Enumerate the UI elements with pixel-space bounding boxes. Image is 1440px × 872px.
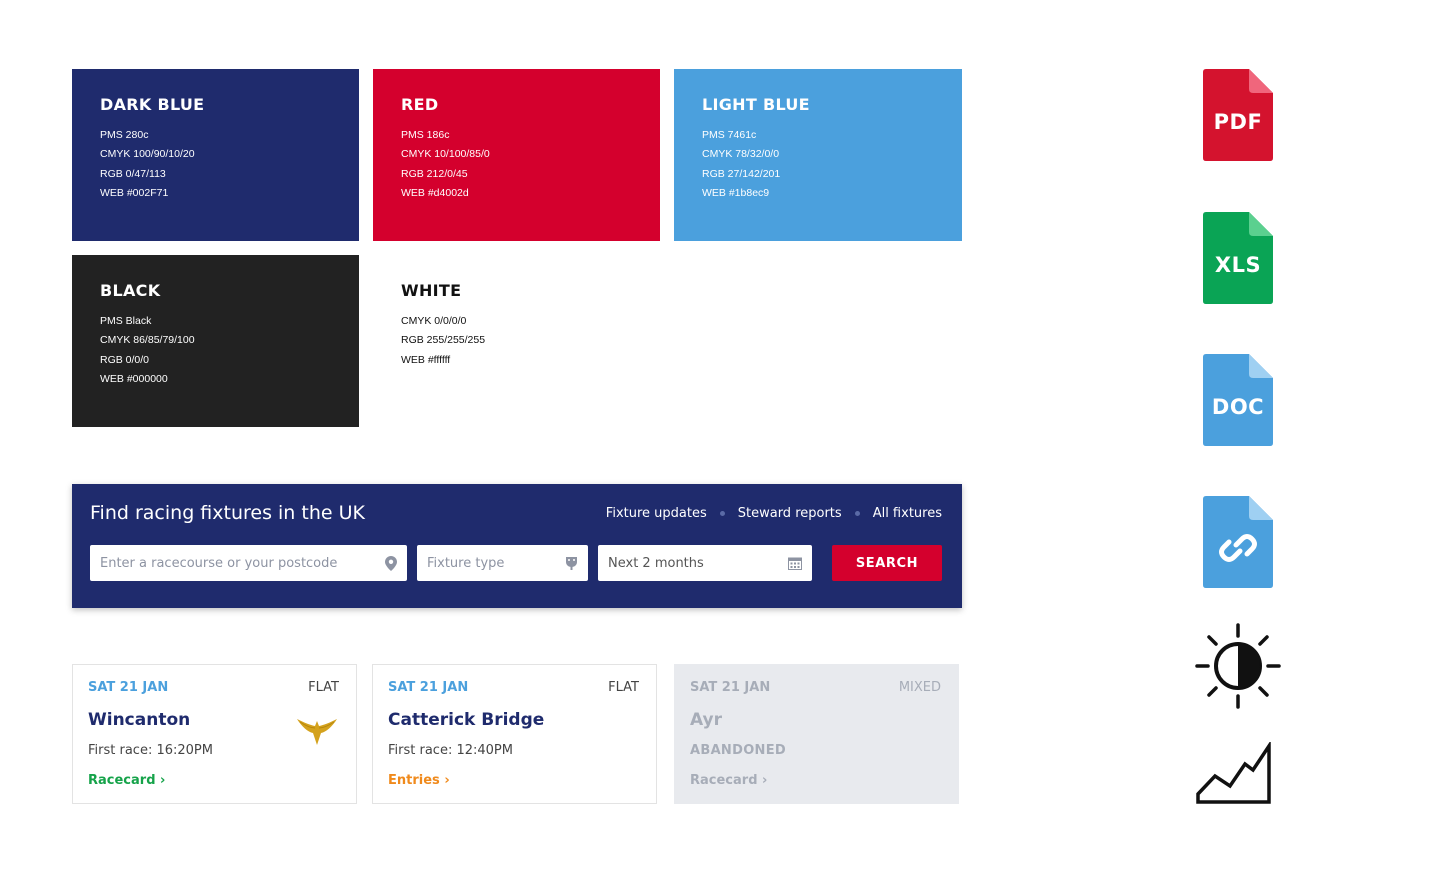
swatch-cmyk: CMYK 0/0/0/0 — [401, 315, 467, 327]
area-chart-icon[interactable] — [1195, 742, 1273, 806]
swatch-rgb: RGB 0/47/113 — [100, 167, 166, 180]
racecourse-name[interactable]: Wincanton — [88, 710, 190, 730]
swatch-pms: PMS 186c — [401, 129, 450, 141]
swatch-rgb: RGB 255/255/255 — [401, 334, 486, 347]
brightness-contrast-icon[interactable] — [1195, 622, 1281, 710]
swatch-web: WEB #ffffff — [401, 353, 451, 366]
fixture-card-wincanton[interactable]: SAT 21 JAN FLAT Wincanton First race: 16… — [72, 664, 357, 804]
swatch-cmyk: CMYK 86/85/79/100 — [100, 334, 195, 347]
swatch-cmyk: CMYK 78/32/0/0 — [702, 148, 780, 161]
swatch-red: RED PMS 186c CMYK 10/100/85/0 RGB 212/0/… — [373, 69, 660, 241]
swatch-pms: PMS 7461c — [702, 129, 757, 141]
first-race-time: First race: 12:40PM — [388, 743, 513, 758]
swatch-white: WHITE CMYK 0/0/0/0 RGB 255/255/255 WEB #… — [373, 255, 660, 427]
swatch-web: WEB #000000 — [100, 372, 168, 385]
fixture-finder: Find racing fixtures in the UK Fixture u… — [72, 484, 962, 608]
link-label: Entries — [388, 773, 440, 788]
swatch-light-blue: LIGHT BLUE PMS 7461c CMYK 78/32/0/0 RGB … — [674, 69, 962, 241]
swatch-cmyk: CMYK 100/90/10/20 — [100, 148, 195, 161]
racecard-link[interactable]: Racecard › — [690, 773, 767, 788]
fixture-date: SAT 21 JAN — [88, 680, 169, 695]
first-race-time: First race: 16:20PM — [88, 743, 213, 758]
doc-file-icon[interactable]: DOC — [1203, 354, 1273, 446]
file-shape — [1203, 496, 1273, 588]
swatch-web: WEB #1b8ec9 — [702, 186, 770, 199]
abandoned-status: ABANDONED — [690, 743, 787, 758]
swatch-title: WHITE — [401, 281, 462, 300]
horse-shoe-icon — [566, 556, 577, 570]
fixture-card-catterick-bridge[interactable]: SAT 21 JAN FLAT Catterick Bridge First r… — [372, 664, 657, 804]
location-pin-icon[interactable] — [385, 555, 397, 571]
separator-dot — [854, 511, 860, 516]
file-type-label: DOC — [1211, 395, 1265, 419]
file-type-label: XLS — [1214, 253, 1262, 277]
racecard-link[interactable]: Racecard › — [88, 773, 165, 788]
swatch-title: RED — [401, 95, 439, 114]
swatch-cmyk: CMYK 10/100/85/0 — [401, 148, 490, 161]
entries-link[interactable]: Entries › — [388, 773, 450, 788]
swatch-pms: PMS 280c — [100, 129, 149, 141]
fixture-date: SAT 21 JAN — [690, 680, 771, 695]
link-label: Racecard — [690, 773, 758, 788]
pdf-file-icon[interactable]: PDF — [1203, 69, 1273, 161]
location-field[interactable] — [90, 545, 407, 581]
fixture-card-ayr[interactable]: SAT 21 JAN MIXED Ayr ABANDONED Racecard … — [674, 664, 959, 804]
xls-file-icon[interactable]: XLS — [1203, 212, 1273, 304]
swatch-web: WEB #d4002d — [401, 186, 469, 199]
file-type-label: PDF — [1213, 110, 1263, 134]
swatch-pms: PMS Black — [100, 315, 152, 327]
finder-links: Fixture updates Steward reports All fixt… — [606, 506, 942, 521]
racecourse-name[interactable]: Catterick Bridge — [388, 710, 544, 730]
fixture-updates-link[interactable]: Fixture updates — [606, 506, 707, 521]
swatch-rgb: RGB 27/142/201 — [702, 167, 781, 180]
search-button[interactable]: SEARCH — [832, 545, 942, 581]
all-fixtures-link[interactable]: All fixtures — [873, 506, 942, 521]
gold-wings-icon — [297, 719, 337, 745]
date-range-select[interactable] — [598, 545, 812, 581]
swatch-title: BLACK — [100, 281, 161, 300]
steward-reports-link[interactable]: Steward reports — [738, 506, 842, 521]
swatch-web: WEB #002F71 — [100, 186, 169, 199]
fixture-type: FLAT — [308, 680, 339, 695]
finder-title: Find racing fixtures in the UK — [90, 502, 365, 524]
fixture-type: FLAT — [608, 680, 639, 695]
link-label: Racecard — [88, 773, 156, 788]
fixture-type-input[interactable] — [427, 555, 559, 571]
fixture-type-select[interactable] — [417, 545, 588, 581]
swatch-rgb: RGB 212/0/45 — [401, 167, 468, 180]
calendar-icon — [788, 557, 802, 570]
swatch-title: LIGHT BLUE — [702, 95, 810, 114]
racecourse-name[interactable]: Ayr — [690, 710, 722, 730]
separator-dot — [719, 511, 725, 516]
fixture-type: MIXED — [898, 680, 941, 695]
swatch-dark-blue: DARK BLUE PMS 280c CMYK 100/90/10/20 RGB… — [72, 69, 359, 241]
location-input[interactable] — [100, 555, 379, 571]
chevron-right-icon: › — [160, 773, 166, 788]
fixture-date: SAT 21 JAN — [388, 680, 469, 695]
chevron-right-icon: › — [444, 773, 450, 788]
swatch-black: BLACK PMS Black CMYK 86/85/79/100 RGB 0/… — [72, 255, 359, 427]
swatch-rgb: RGB 0/0/0 — [100, 353, 150, 366]
link-file-icon[interactable] — [1203, 496, 1273, 588]
chevron-right-icon: › — [762, 773, 768, 788]
swatch-title: DARK BLUE — [100, 95, 205, 114]
date-range-input[interactable] — [608, 555, 782, 571]
